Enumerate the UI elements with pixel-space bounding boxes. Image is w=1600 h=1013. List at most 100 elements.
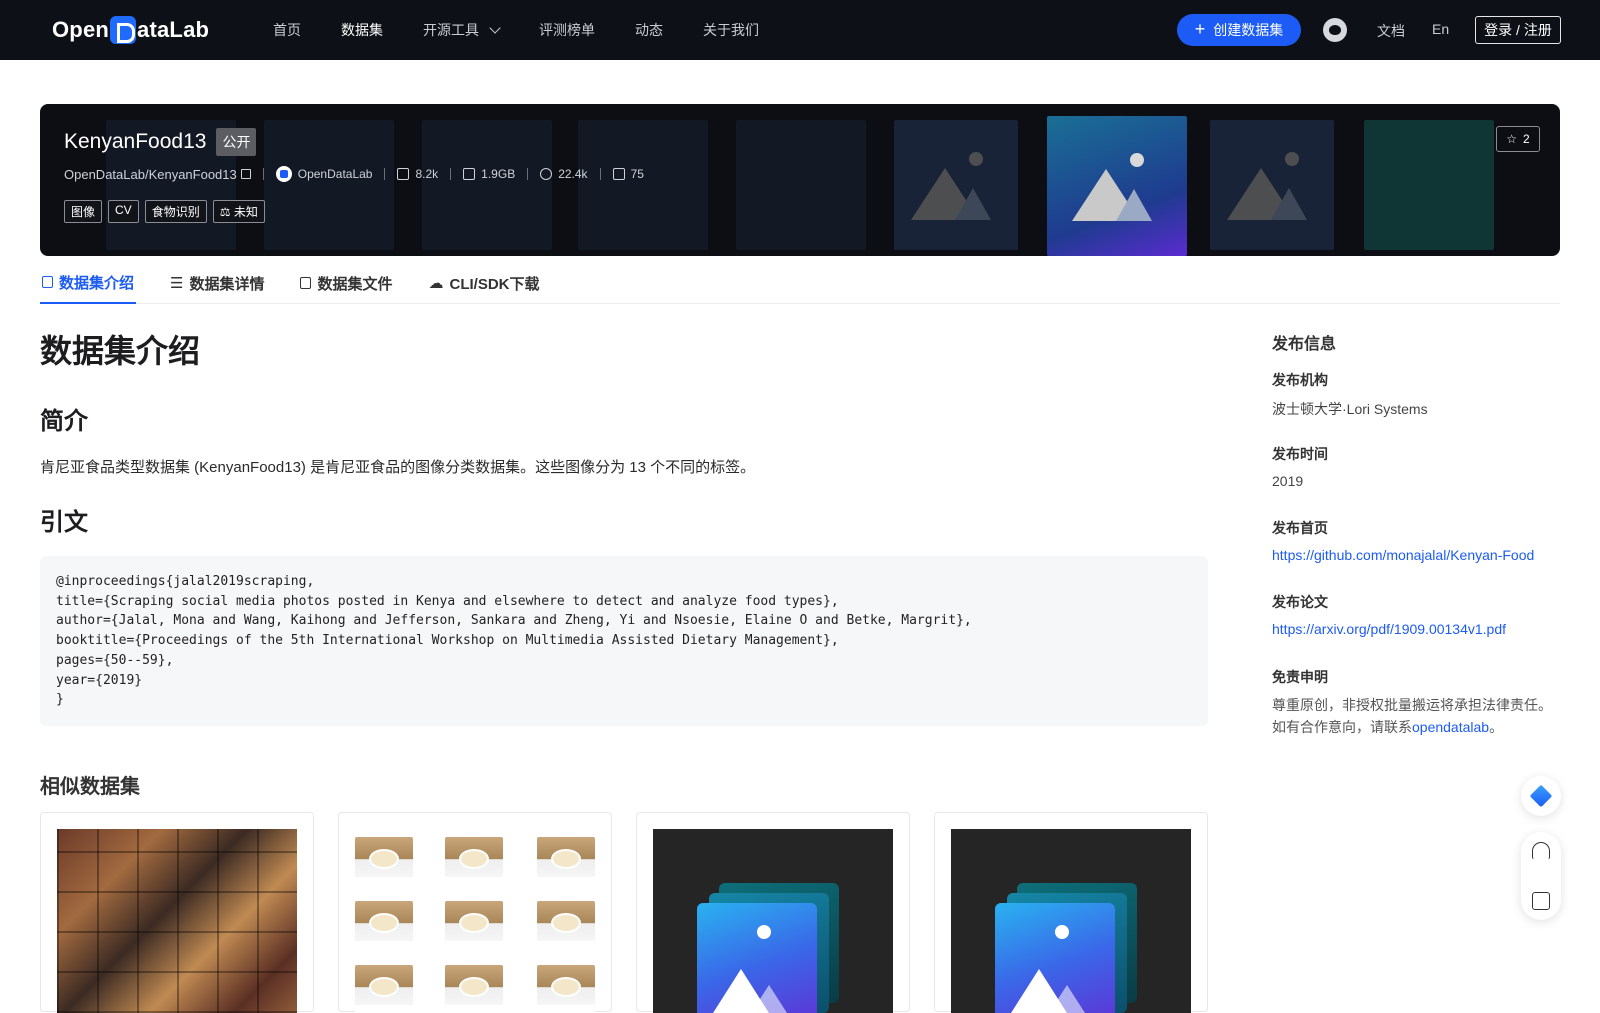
- org-avatar-icon: [275, 166, 292, 182]
- top-navigation-bar: Open ataLab 首页 数据集 开源工具 评测榜单 动态 关于我们 + 创建…: [0, 0, 1600, 60]
- paper-link[interactable]: https://arxiv.org/pdf/1909.00134v1.pdf: [1272, 621, 1506, 637]
- view-count: 22.4k: [540, 167, 588, 181]
- banner-thumbnail: [264, 120, 394, 250]
- document-icon: [300, 277, 312, 289]
- dataset-path: OpenDataLab/KenyanFood13: [64, 166, 237, 182]
- disclaimer-text: 尊重原创，非授权批量搬运将承担法律责任。 如有合作意向，请联系opendatal…: [1272, 694, 1562, 738]
- divider: [450, 168, 452, 180]
- dataset-cover-placeholder: [653, 829, 893, 1013]
- divider: [527, 168, 529, 180]
- citation-heading: 引文: [40, 509, 88, 536]
- nav-news[interactable]: 动态: [635, 20, 663, 40]
- create-dataset-button[interactable]: + 创建数据集: [1177, 14, 1301, 46]
- intro-heading: 简介: [40, 408, 88, 435]
- publisher-label: 发布机构: [1272, 372, 1328, 388]
- copy-icon[interactable]: [240, 169, 251, 179]
- docs-link[interactable]: 文档: [1377, 21, 1405, 41]
- tab-cli-sdk[interactable]: ☁ CLI/SDK下载: [427, 262, 542, 304]
- star-icon: ☆: [1506, 132, 1518, 146]
- file-count: 8.2k: [397, 167, 438, 181]
- banner-image-placeholder: [1210, 120, 1334, 250]
- dataset-tags: 图像 CV 食物识别 ⚖ 未知: [64, 200, 265, 223]
- download-count: 75: [612, 167, 644, 181]
- page-title: 数据集介绍: [40, 333, 201, 369]
- paper-label: 发布论文: [1272, 594, 1328, 610]
- license-value: 未知: [233, 205, 258, 219]
- nav-datasets[interactable]: 数据集: [341, 20, 383, 40]
- homepage-link[interactable]: https://github.com/monajalal/Kenyan-Food: [1272, 547, 1534, 563]
- similar-dataset-card[interactable]: [934, 812, 1208, 1013]
- citation-code-block: @inproceedings{jalal2019scraping, title=…: [40, 556, 1208, 726]
- floating-actions: [1521, 832, 1561, 920]
- login-register-button[interactable]: 登录 / 注册: [1475, 16, 1561, 44]
- divider: [384, 168, 386, 180]
- nav-open-tools[interactable]: 开源工具: [423, 20, 501, 40]
- dataset-tabs: 数据集介绍 ☰ 数据集详情 数据集文件 ☁ CLI/SDK下载: [40, 262, 1560, 304]
- view-count-value: 22.4k: [558, 167, 588, 181]
- star-button[interactable]: ☆ 2: [1496, 126, 1540, 152]
- image-placeholder-icon: [995, 903, 1115, 1013]
- image-placeholder-icon: [697, 903, 817, 1013]
- publish-time-label: 发布时间: [1272, 446, 1328, 462]
- tab-label: 数据集介绍: [59, 274, 135, 292]
- intro-text: 肯尼亚食品类型数据集 (KenyanFood13) 是肯尼亚食品的图像分类数据集…: [40, 459, 756, 476]
- tab-files[interactable]: 数据集文件: [298, 262, 394, 304]
- disclaimer-prefix: 如有合作意向，请联系: [1272, 719, 1412, 735]
- tab-introduction[interactable]: 数据集介绍: [40, 262, 137, 304]
- image-placeholder-icon: [1072, 151, 1162, 221]
- headset-icon[interactable]: [1532, 842, 1550, 860]
- image-placeholder-icon: [1227, 150, 1317, 220]
- nav-home[interactable]: 首页: [273, 20, 301, 40]
- similar-dataset-card[interactable]: [40, 812, 314, 1013]
- banner-thumbnail: [422, 120, 552, 250]
- plus-icon: +: [1194, 19, 1206, 39]
- visibility-badge: 公开: [216, 128, 257, 156]
- publish-time-value: 2019: [1272, 473, 1304, 489]
- scale-icon: ⚖: [219, 205, 231, 219]
- tab-label: 数据集文件: [317, 275, 393, 293]
- cloud-icon: ☁: [428, 275, 444, 292]
- nav-about[interactable]: 关于我们: [703, 20, 759, 40]
- opendatalab-logo[interactable]: Open ataLab: [52, 14, 209, 46]
- chevron-down-icon: [489, 22, 501, 34]
- banner-thumbnail: [578, 120, 708, 250]
- dataset-banner: KenyanFood13 公开 OpenDataLab/KenyanFood13…: [40, 104, 1560, 256]
- banner-image-placeholder: [894, 120, 1018, 250]
- dataset-cover-image: [355, 829, 595, 1013]
- divider: [599, 168, 601, 180]
- dataset-cover-image: [57, 829, 297, 1013]
- download-icon: [612, 168, 625, 180]
- dataset-meta: OpenDataLab/KenyanFood13 OpenDataLab 8.2…: [64, 164, 644, 184]
- file-icon: [397, 168, 410, 180]
- similar-datasets-heading: 相似数据集: [40, 776, 140, 798]
- logo-d-mark: [110, 16, 137, 44]
- tag-image[interactable]: 图像: [64, 200, 103, 223]
- file-count-value: 8.2k: [415, 167, 439, 181]
- dataset-title-row: KenyanFood13 公开: [64, 128, 257, 156]
- nav-open-tools-label: 开源工具: [423, 22, 479, 38]
- similar-dataset-card[interactable]: [636, 812, 910, 1013]
- image-placeholder-icon: [911, 150, 1001, 220]
- star-count: 2: [1523, 132, 1530, 146]
- tag-food-recognition[interactable]: 食物识别: [144, 200, 207, 223]
- org-name: OpenDataLab: [297, 167, 373, 181]
- similar-dataset-card[interactable]: [338, 812, 612, 1013]
- diamond-icon: [1529, 784, 1553, 808]
- dataset-name: KenyanFood13: [64, 130, 207, 153]
- main-nav: 首页 数据集 开源工具 评测榜单 动态 关于我们: [273, 0, 799, 60]
- homepage-label: 发布首页: [1272, 520, 1328, 536]
- tag-cv[interactable]: CV: [108, 200, 139, 223]
- language-switch[interactable]: En: [1432, 21, 1449, 37]
- publish-info-panel: 发布信息: [1272, 330, 1562, 354]
- publisher-value: 波士顿大学·Lori Systems: [1272, 401, 1428, 417]
- github-icon[interactable]: [1323, 18, 1347, 42]
- contact-link[interactable]: opendatalab: [1412, 719, 1489, 735]
- floating-assistant-button[interactable]: [1521, 776, 1561, 816]
- tab-details[interactable]: ☰ 数据集详情: [168, 262, 266, 304]
- license-tag[interactable]: ⚖ 未知: [212, 200, 265, 223]
- download-count-value: 75: [630, 167, 644, 181]
- nav-leaderboard[interactable]: 评测榜单: [539, 20, 595, 40]
- dataset-org[interactable]: OpenDataLab: [275, 166, 373, 182]
- edit-icon[interactable]: [1532, 892, 1550, 910]
- database-icon: [42, 276, 53, 288]
